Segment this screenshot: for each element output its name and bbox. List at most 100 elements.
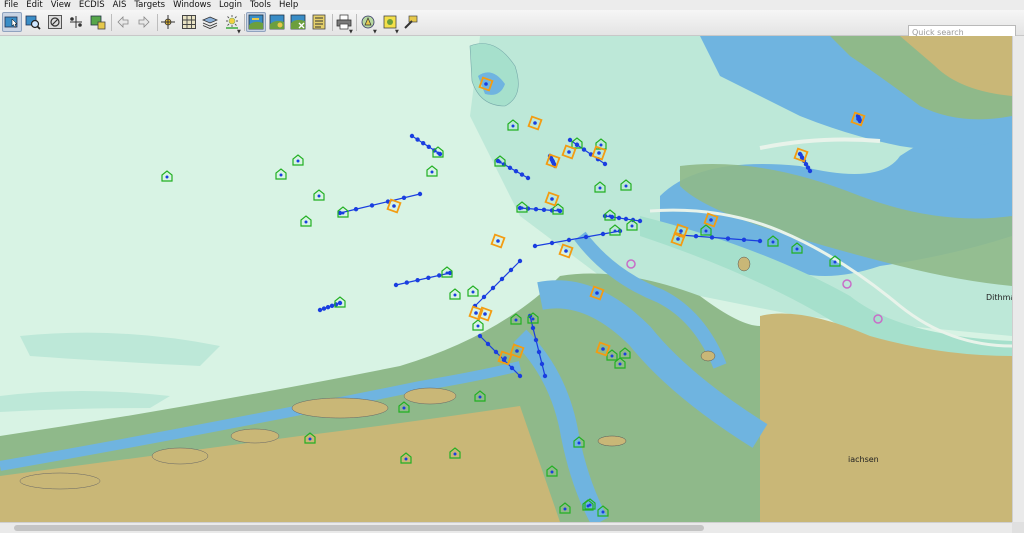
track-point (583, 234, 589, 240)
measure-tool-button[interactable] (45, 12, 65, 32)
track-point (693, 233, 699, 239)
chart-view-1-button[interactable] (246, 12, 266, 32)
pan-tool-button[interactable] (88, 12, 108, 32)
chart-list-button[interactable] (309, 12, 329, 32)
menu-ais[interactable]: AIS (109, 0, 131, 10)
nautical-chart-map[interactable]: Dithma iachsen (0, 36, 1012, 522)
grid-button[interactable] (179, 12, 199, 32)
track-point (426, 275, 431, 280)
vertical-scrollbar[interactable] (1012, 36, 1024, 522)
place-label-niedersachsen: iachsen (848, 455, 879, 464)
track-point (525, 175, 531, 181)
track-point (741, 237, 747, 242)
menu-targets[interactable]: Targets (130, 0, 169, 10)
track-point (581, 147, 587, 152)
ais-target-center (630, 224, 634, 228)
menu-edit[interactable]: Edit (22, 0, 46, 10)
alert-icon (383, 15, 397, 29)
tools-button[interactable] (401, 12, 421, 32)
ais-target-center (304, 220, 308, 224)
ais-target-center (598, 186, 602, 190)
ais-target-center (478, 395, 482, 399)
zoom-tool-button[interactable] (23, 12, 43, 32)
menu-view[interactable]: View (47, 0, 75, 10)
vessel-center (601, 347, 605, 351)
chart-view-2-button[interactable] (267, 12, 287, 32)
ais-target-center (476, 324, 480, 328)
track-point (566, 237, 572, 243)
ais-target-center (308, 437, 312, 441)
track-point (637, 218, 643, 224)
vessel-center (496, 239, 500, 243)
ais-icon (361, 15, 375, 29)
track-point (533, 337, 539, 343)
grid-icon (182, 15, 196, 29)
center-ship-button[interactable] (158, 12, 178, 32)
ais-target-center (498, 160, 502, 164)
ais-target-center (404, 457, 408, 461)
menu-login[interactable]: Login (215, 0, 246, 10)
ais-target-center (436, 151, 440, 155)
track-point (321, 306, 327, 311)
ais-target-center (563, 507, 567, 511)
track-point (519, 172, 525, 177)
printer-icon (336, 14, 352, 30)
ais-target-center (704, 229, 708, 233)
track-point (415, 137, 420, 142)
ais-target-center (623, 352, 627, 356)
vessel-center (483, 312, 487, 316)
ais-target-center (453, 293, 457, 297)
toolbar: ▼ ▼ ▼ ▼ (0, 10, 1024, 39)
vessel-center (679, 229, 683, 233)
chart-icon (248, 14, 264, 30)
ais-target-center (599, 143, 603, 147)
track-point (401, 195, 407, 200)
track-point (317, 307, 323, 313)
track-point (421, 140, 426, 146)
track-point (490, 285, 496, 291)
track-point (485, 341, 491, 347)
chart-view-3-button[interactable] (288, 12, 308, 32)
ais-target-center (795, 247, 799, 251)
pan-hand-icon (90, 15, 106, 30)
vessel-center (676, 237, 680, 241)
menu-help[interactable]: Help (275, 0, 302, 10)
ais-target-center (577, 441, 581, 445)
track-point (539, 361, 545, 367)
menu-windows[interactable]: Windows (169, 0, 215, 10)
ais-target-center (833, 260, 837, 264)
vessel-center (567, 150, 571, 154)
scrollbar-thumb[interactable] (14, 525, 704, 531)
track-point (517, 373, 523, 379)
track-point (623, 216, 629, 222)
scroll-corner (1012, 522, 1024, 533)
menu-file[interactable]: File (0, 0, 22, 10)
forward-button[interactable] (134, 12, 154, 32)
vessel-center (551, 159, 555, 163)
track-point (329, 303, 335, 308)
measure-icon (48, 15, 62, 29)
vessel-center (799, 153, 803, 157)
horizontal-scrollbar[interactable] (0, 522, 1012, 533)
ais-target-center (550, 470, 554, 474)
arrow-right-icon (138, 16, 150, 28)
back-button[interactable] (113, 12, 133, 32)
vessel-center (503, 356, 507, 360)
ais-target-center (402, 406, 406, 410)
track-point (404, 280, 409, 285)
layers-button[interactable] (200, 12, 220, 32)
list-icon (312, 14, 326, 30)
ais-target-center (317, 194, 321, 198)
route-tool-button[interactable] (66, 12, 86, 32)
pointer-map-icon (4, 16, 18, 28)
chart-canvas[interactable]: Dithma iachsen (0, 36, 1012, 522)
menu-tools[interactable]: Tools (246, 0, 275, 10)
track-point (415, 277, 420, 283)
track-point (542, 373, 548, 379)
ais-target-center (453, 452, 457, 456)
ais-target-center (613, 229, 617, 233)
ais-target-center (531, 317, 535, 321)
select-tool-button[interactable] (2, 12, 22, 32)
menu-ecdis[interactable]: ECDIS (75, 0, 109, 10)
track-point (532, 243, 538, 249)
